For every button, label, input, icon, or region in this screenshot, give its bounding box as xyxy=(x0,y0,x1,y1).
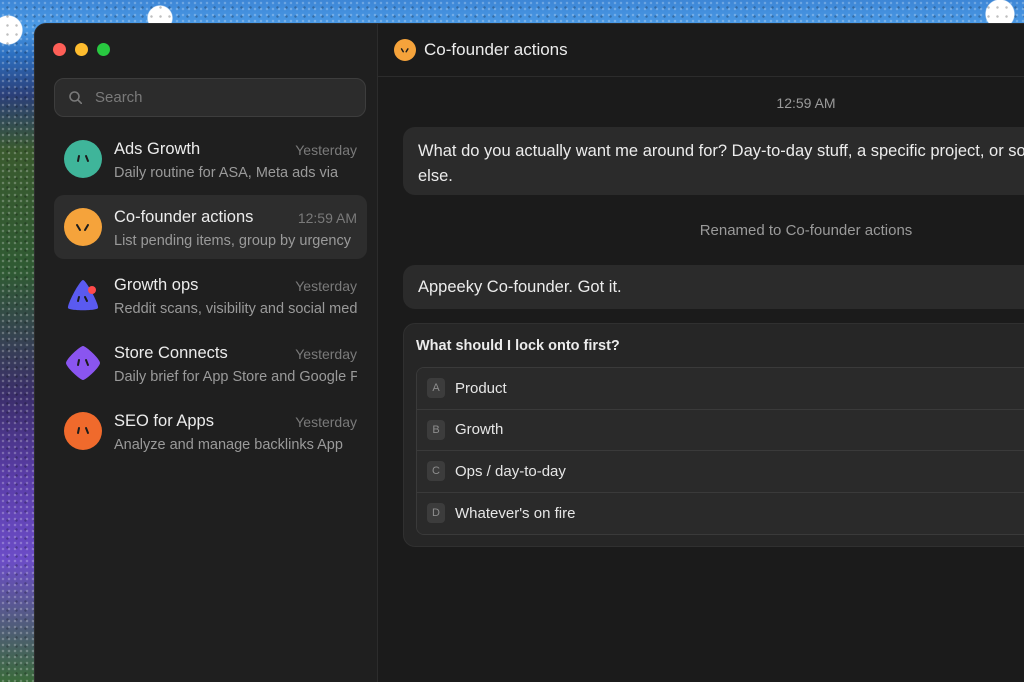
conversation-pane: Co-founder actions 12:59 AM What do you … xyxy=(378,24,1024,682)
triangle-face-icon xyxy=(67,280,99,311)
message-timestamp: 12:59 AM xyxy=(776,95,836,111)
option-key: A xyxy=(427,378,445,399)
conversation-title: Co-founder actions xyxy=(424,40,568,59)
search-placeholder: Search xyxy=(95,89,143,106)
option-label: Growth xyxy=(455,421,504,439)
option-list: A Product B Growth C Ops / day-to-day D … xyxy=(416,367,1024,535)
sidebar: Search Ads Growth Yesterday Daily routin… xyxy=(35,24,378,682)
option-key: B xyxy=(427,419,445,440)
window-controls xyxy=(53,43,110,56)
option-whatevers-on-fire[interactable]: D Whatever's on fire xyxy=(417,492,1024,534)
zoom-window-button[interactable] xyxy=(97,43,110,56)
system-note: Renamed to Co-founder actions xyxy=(699,222,913,239)
conversation-header: Co-founder actions xyxy=(378,24,1024,77)
chat-name: Growth ops xyxy=(114,276,199,294)
chat-item-growth-ops[interactable]: Growth ops Yesterday Reddit scans, visib… xyxy=(54,263,367,327)
diamond-face-icon xyxy=(66,346,100,380)
face-icon xyxy=(64,412,102,450)
chat-list: Ads Growth Yesterday Daily routine for A… xyxy=(54,127,367,467)
chat-name: Ads Growth xyxy=(114,140,201,158)
chat-preview: Daily routine for ASA, Meta ads via xyxy=(114,165,339,181)
avatar xyxy=(64,412,102,450)
question-card: What should I lock onto first? A Product… xyxy=(403,323,1024,547)
chat-time: 12:59 AM xyxy=(297,210,357,226)
chat-name: Co-founder actions xyxy=(114,208,254,226)
chat-preview: Reddit scans, visibility and social medi… xyxy=(114,301,357,317)
chat-name: SEO for Apps xyxy=(114,412,214,430)
option-label: Product xyxy=(455,379,507,397)
face-icon xyxy=(394,39,416,61)
option-label: Ops / day-to-day xyxy=(455,462,566,480)
chat-time: Yesterday xyxy=(295,142,357,158)
face-icon xyxy=(64,208,102,246)
chat-item-store-connects[interactable]: Store Connects Yesterday Daily brief for… xyxy=(54,331,367,395)
avatar xyxy=(64,344,102,382)
chat-time: Yesterday xyxy=(295,278,357,294)
option-product[interactable]: A Product xyxy=(417,368,1024,410)
option-key: D xyxy=(427,503,445,524)
message-bubble: Appeeky Co-founder. Got it. xyxy=(403,265,1024,309)
close-window-button[interactable] xyxy=(53,43,66,56)
chat-preview: List pending items, group by urgency xyxy=(114,233,351,249)
option-growth[interactable]: B Growth xyxy=(417,409,1024,451)
search-input[interactable]: Search xyxy=(54,78,366,117)
chat-item-seo-for-apps[interactable]: SEO for Apps Yesterday Analyze and manag… xyxy=(54,399,367,463)
chat-item-ads-growth[interactable]: Ads Growth Yesterday Daily routine for A… xyxy=(54,127,367,191)
search-icon xyxy=(69,91,82,104)
app-window: Search Ads Growth Yesterday Daily routin… xyxy=(34,23,1024,682)
chat-time: Yesterday xyxy=(295,346,357,362)
face-icon xyxy=(64,140,102,178)
chat-item-co-founder-actions[interactable]: Co-founder actions 12:59 AM List pending… xyxy=(54,195,367,259)
option-ops[interactable]: C Ops / day-to-day xyxy=(417,451,1024,493)
chat-preview: Analyze and manage backlinks App xyxy=(114,437,343,453)
chat-name: Store Connects xyxy=(114,344,228,362)
option-label: Whatever's on fire xyxy=(455,504,576,522)
question-title: What should I lock onto first? xyxy=(416,338,620,354)
avatar xyxy=(64,140,102,178)
option-key: C xyxy=(427,461,445,482)
chat-preview: Daily brief for App Store and Google Pla… xyxy=(114,369,357,385)
avatar xyxy=(64,276,102,314)
minimize-window-button[interactable] xyxy=(75,43,88,56)
avatar xyxy=(64,208,102,246)
chat-time: Yesterday xyxy=(295,414,357,430)
message-bubble: What do you actually want me around for?… xyxy=(403,127,1024,195)
